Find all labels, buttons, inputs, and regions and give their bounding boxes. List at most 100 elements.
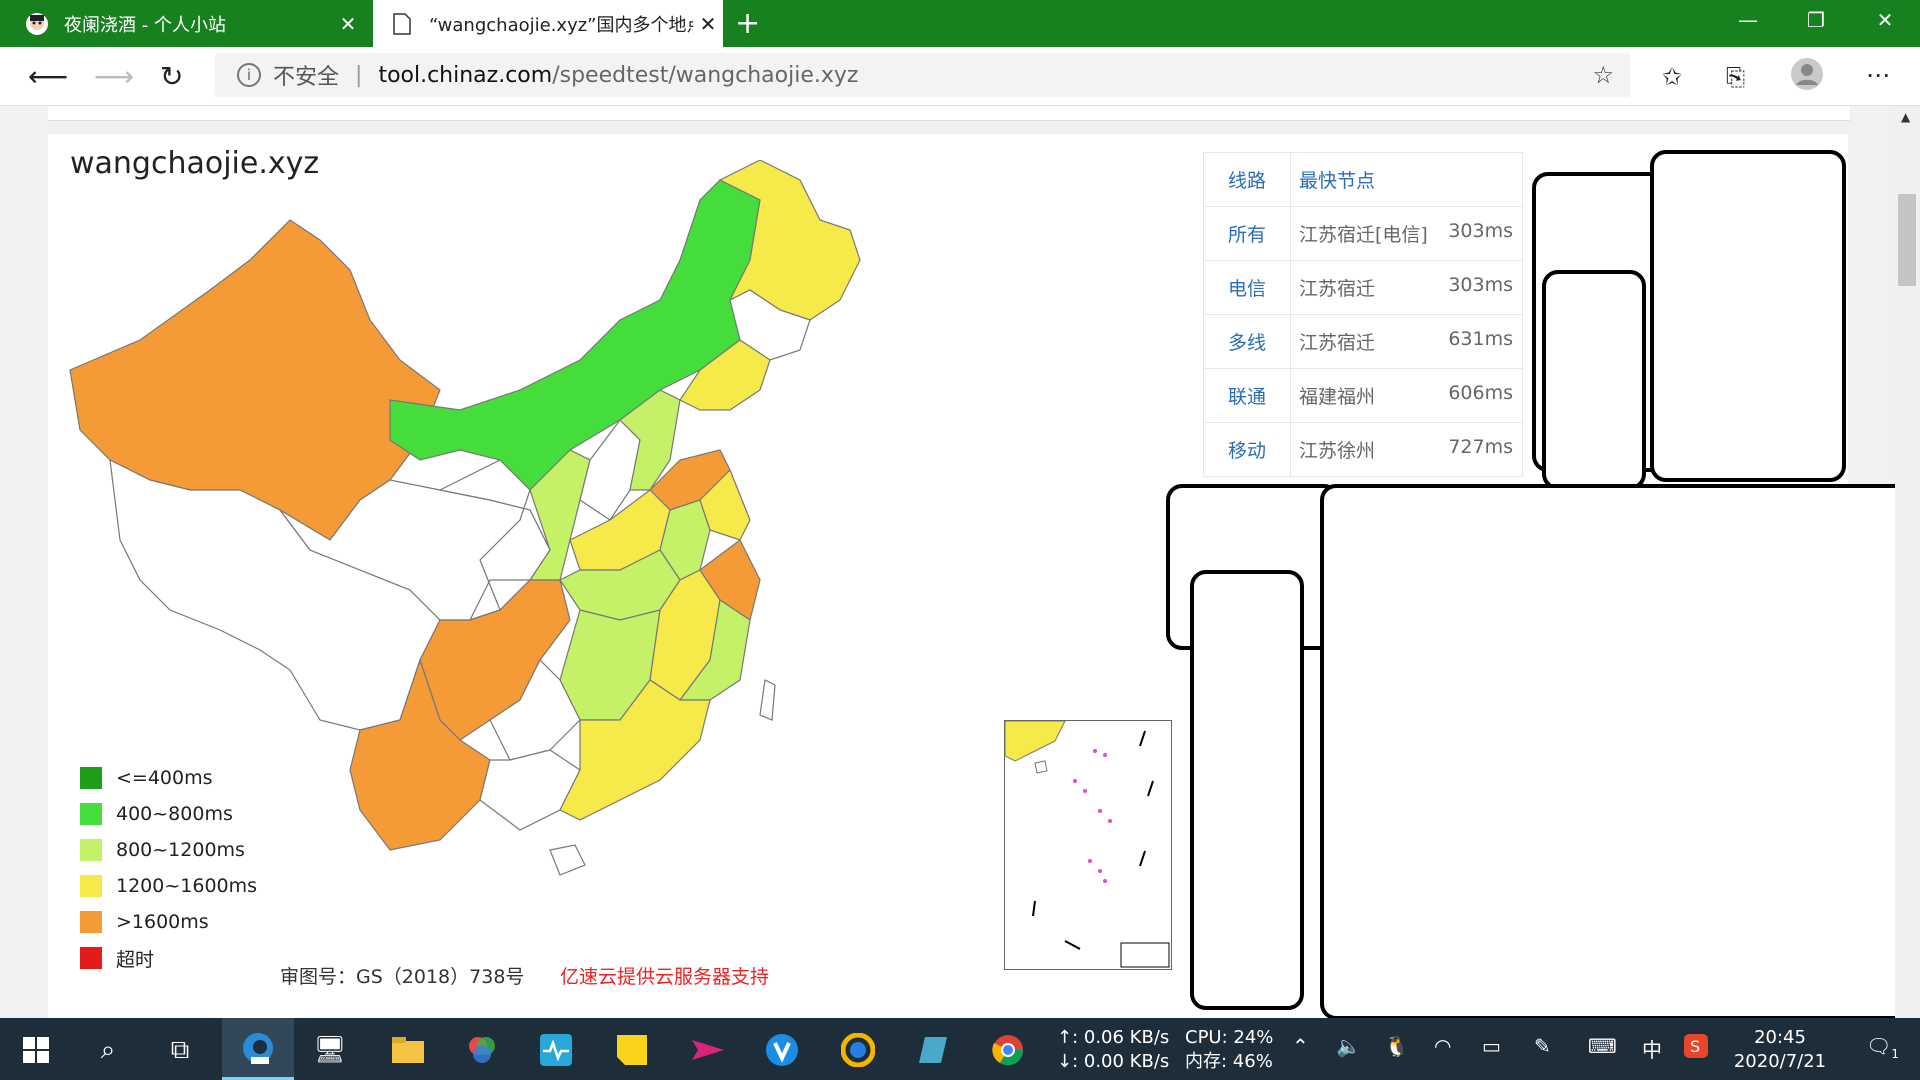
taskbar: ⌕ ⧉ 🖥 ↑: 0.06 KB/s ↓: 0.00 KB/s CPU: 24%… (0, 1018, 1920, 1080)
legend-item: >1600ms (80, 904, 257, 940)
line-type[interactable]: 移动 (1203, 422, 1291, 477)
legend-item: 800~1200ms (80, 832, 257, 868)
address-separator: | (355, 62, 363, 88)
node-cell: 江苏宿迁 303ms (1290, 260, 1523, 315)
back-icon[interactable]: ⟵ (28, 60, 68, 93)
app-color-icon[interactable] (462, 1030, 502, 1070)
wifi-icon[interactable]: ◠ (1434, 1034, 1451, 1058)
tab-title: 夜阑浇酒 - 个人小站 (64, 14, 226, 36)
legend-swatch (80, 839, 102, 861)
node-time: 606ms (1448, 382, 1513, 404)
scrollbar-thumb[interactable] (1898, 194, 1916, 286)
volume-icon[interactable]: 🔈 (1336, 1034, 1361, 1058)
line-type[interactable]: 多线 (1203, 314, 1291, 369)
map-legend: <=400ms 400~800ms 800~1200ms 1200~1600ms… (80, 760, 257, 976)
line-type[interactable]: 所有 (1203, 206, 1291, 261)
start-windows-icon[interactable] (16, 1030, 56, 1070)
address-bar[interactable]: i 不安全 | tool.chinaz.com/speedtest/wangch… (215, 53, 1630, 97)
page-scrollbar[interactable]: ▲ (1895, 106, 1920, 1018)
legend-item: 1200~1600ms (80, 868, 257, 904)
device-manager-icon[interactable]: 🖥 (310, 1030, 350, 1070)
region-taiwan (759, 679, 776, 721)
node-cell: 江苏宿迁[电信] 303ms (1290, 206, 1523, 261)
legend-label: 1200~1600ms (116, 875, 258, 897)
qq-icon[interactable]: 🐧 (1384, 1034, 1409, 1058)
region-inner-mongolia (389, 179, 761, 491)
table-row: 电信 江苏宿迁 303ms (1203, 260, 1523, 315)
tab-title: “wangchaojie.xyz”国内多个地点网站测速 (429, 14, 693, 36)
minimize-button[interactable]: — (1718, 2, 1778, 38)
legend-label: 400~800ms (116, 803, 233, 825)
activity-monitor-icon[interactable] (536, 1030, 576, 1070)
forward-icon[interactable]: ⟶ (94, 60, 134, 93)
clock-time: 20:45 (1754, 1027, 1806, 1048)
v-app-icon[interactable] (762, 1030, 802, 1070)
map-review-number: 审图号：GS（2018）738号 (280, 966, 525, 988)
network-speed: ↑: 0.06 KB/s ↓: 0.00 KB/s (1057, 1026, 1169, 1074)
edge-beta-icon[interactable] (222, 1018, 294, 1080)
region-guangxi (479, 749, 581, 831)
node-time: 303ms (1448, 274, 1513, 296)
net-download: ↓: 0.00 KB/s (1057, 1051, 1170, 1072)
table-row: 所有 江苏宿迁[电信] 303ms (1203, 206, 1523, 261)
legend-label: <=400ms (116, 767, 213, 789)
scroll-up-icon[interactable]: ▲ (1901, 110, 1910, 124)
legend-swatch (80, 875, 102, 897)
table-header-row: 线路 最快节点 (1203, 152, 1523, 207)
sponsor-link[interactable]: 亿速云提供云服务器支持 (560, 962, 769, 989)
pen-icon[interactable]: ✎ (1534, 1034, 1551, 1058)
ime-mode[interactable]: 中 (1642, 1034, 1662, 1063)
memory-usage: 内存: 46% (1185, 1051, 1273, 1072)
line-type[interactable]: 电信 (1203, 260, 1291, 315)
security-label[interactable]: 不安全 (273, 59, 339, 91)
search-icon[interactable]: ⌕ (88, 1030, 128, 1070)
cpu-usage: CPU: 24% (1185, 1027, 1274, 1048)
close-tab-icon[interactable]: ✕ (333, 12, 363, 36)
tab-blog[interactable]: 夜阑浇酒 - 个人小站 ✕ (0, 0, 363, 47)
legend-label: 超时 (116, 948, 155, 971)
avatar-favicon-icon (24, 11, 50, 37)
redaction-box (1320, 484, 1916, 1020)
system-clock[interactable]: 20:45 2020/7/21 (1730, 1026, 1830, 1074)
node-name: 江苏宿迁 (1299, 278, 1376, 300)
sync-app-icon[interactable] (838, 1030, 878, 1070)
close-window-button[interactable]: ✕ (1855, 2, 1915, 38)
favorites-icon[interactable]: ✩ (1662, 63, 1682, 91)
info-icon[interactable]: i (237, 63, 261, 87)
notification-center-icon[interactable]: 🗨1 (1866, 1034, 1899, 1061)
legend-swatch (80, 911, 102, 933)
node-time: 631ms (1448, 328, 1513, 350)
battery-icon[interactable]: ▭ (1482, 1034, 1501, 1058)
file-explorer-icon[interactable] (388, 1030, 428, 1070)
node-name: 福建福州 (1299, 386, 1376, 408)
tab-speedtest[interactable]: “wangchaojie.xyz”国内多个地点网站测速 ✕ (373, 0, 723, 47)
node-cell: 江苏宿迁 631ms (1290, 314, 1523, 369)
chevron-up-icon[interactable]: ⌃ (1292, 1034, 1309, 1058)
sogou-ime-icon[interactable]: S (1684, 1034, 1708, 1063)
legend-item: 超时 (80, 940, 257, 976)
node-name: 江苏徐州 (1299, 440, 1376, 462)
title-bar: 夜阑浇酒 - 个人小站 ✕ “wangchaojie.xyz”国内多个地点网站测… (0, 0, 1920, 47)
refresh-icon[interactable]: ↻ (160, 60, 183, 93)
more-icon[interactable]: ⋯ (1866, 61, 1890, 89)
legend-item: 400~800ms (80, 796, 257, 832)
svg-text:S: S (1690, 1037, 1700, 1056)
line-type[interactable]: 联通 (1203, 368, 1291, 423)
legend-label: 800~1200ms (116, 839, 245, 861)
favorite-star-icon[interactable]: ☆ (1592, 61, 1614, 89)
legend-label: >1600ms (116, 911, 209, 933)
new-tab-button[interactable]: + (735, 6, 760, 41)
restore-button[interactable]: ❐ (1786, 2, 1846, 38)
south-china-sea-inset (1004, 720, 1172, 970)
keyboard-icon[interactable]: ⌨ (1588, 1034, 1617, 1058)
notebook-icon[interactable] (914, 1030, 954, 1070)
close-tab-icon[interactable]: ✕ (693, 12, 723, 36)
send-icon[interactable] (688, 1030, 728, 1070)
header-node: 最快节点 (1290, 152, 1523, 207)
sticky-notes-icon[interactable] (612, 1030, 652, 1070)
task-view-icon[interactable]: ⧉ (160, 1030, 200, 1070)
region-hainan (549, 844, 586, 876)
profile-avatar[interactable] (1790, 57, 1824, 98)
chrome-icon[interactable] (988, 1030, 1028, 1070)
share-icon[interactable]: ⎘ (1726, 63, 1745, 91)
